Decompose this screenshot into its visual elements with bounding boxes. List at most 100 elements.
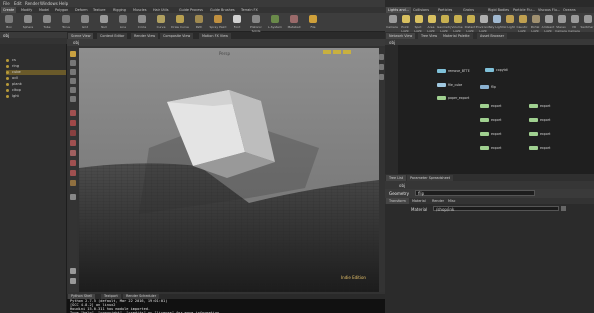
shelf-tab[interactable]: Polygon xyxy=(53,7,70,13)
shelf-tool-draw-curve[interactable]: Draw Curve xyxy=(171,14,189,31)
tab-material[interactable]: Material xyxy=(409,198,429,204)
node-name-field[interactable]: flip xyxy=(415,190,535,196)
shelf-tool-line[interactable]: Line xyxy=(116,14,130,31)
shelf-tab[interactable]: Muscles xyxy=(131,7,149,13)
tree-item-lght[interactable]: lght xyxy=(6,94,66,99)
shelf-tab[interactable]: Guide Brushes xyxy=(208,7,237,13)
parameter-path[interactable]: obj xyxy=(399,183,405,188)
persp-icon[interactable] xyxy=(379,74,384,80)
tree-item-cltop[interactable]: cltop xyxy=(6,88,66,93)
shelf-tool-metaball[interactable]: Metaball xyxy=(287,14,301,31)
shelf-tab[interactable]: Guide Process xyxy=(177,7,205,13)
shelf-tool-box[interactable]: Box xyxy=(2,14,16,31)
tab-misc[interactable]: Misc xyxy=(445,198,459,204)
display-options-icon[interactable] xyxy=(70,268,76,274)
lights-shelf-tab[interactable]: Particle Flu... xyxy=(511,7,537,13)
shelf-tool-tube[interactable]: Tube xyxy=(40,14,54,31)
shelf-tab[interactable]: Deform xyxy=(73,7,90,13)
lights-tool-switcher[interactable]: Switcher xyxy=(581,14,594,31)
menu-windows[interactable]: Windows xyxy=(40,1,58,6)
shelf-tool-torus[interactable]: Torus xyxy=(59,14,73,31)
shelf-tab[interactable]: Hair Utils xyxy=(151,7,171,13)
lights-shelf-tab[interactable]: Viscous Flu... xyxy=(536,7,562,13)
node-body[interactable] xyxy=(480,146,489,150)
shelf-tool-curve[interactable]: Curve xyxy=(154,14,168,31)
lights-icon[interactable] xyxy=(70,180,76,186)
node-body[interactable] xyxy=(480,132,489,136)
tree-item-ocll[interactable]: ocll xyxy=(6,76,66,81)
tab-transform[interactable]: Transform xyxy=(386,198,409,204)
snap-grid-icon[interactable] xyxy=(70,120,76,126)
pose-tool-icon[interactable] xyxy=(70,96,76,102)
spray-paint-icon xyxy=(214,15,222,23)
rotate-tool-icon[interactable] xyxy=(70,69,76,75)
shelf-tool-null[interactable]: Null xyxy=(97,14,111,31)
select-tool-icon[interactable] xyxy=(70,51,76,57)
shelf-tool-spray-paint[interactable]: Spray Paint xyxy=(209,14,227,31)
node-body[interactable] xyxy=(529,132,538,136)
menu-edit[interactable]: Edit xyxy=(14,1,22,6)
shelf-tab[interactable]: Modify xyxy=(19,7,34,13)
material-field[interactable]: /shop/ink xyxy=(433,206,559,212)
camera-lock-icon[interactable] xyxy=(70,170,76,176)
node-body[interactable] xyxy=(437,96,446,100)
node-body[interactable] xyxy=(437,83,446,87)
shelf-tool-l-system[interactable]: L-System xyxy=(268,14,282,31)
node-body[interactable] xyxy=(480,85,489,89)
scene-render[interactable] xyxy=(79,48,379,292)
shelf-tool-path[interactable]: Path xyxy=(192,14,206,31)
snap-point-icon[interactable] xyxy=(70,130,76,136)
node-body[interactable] xyxy=(480,104,489,108)
node-body[interactable] xyxy=(529,146,538,150)
tree-item-ring[interactable]: ring xyxy=(6,64,66,69)
menu-file[interactable]: File xyxy=(3,1,10,6)
render-region-icon[interactable] xyxy=(70,194,76,200)
snap-multi-icon[interactable] xyxy=(70,160,76,166)
material-chooser-icon[interactable] xyxy=(561,206,566,211)
menu-help[interactable]: Help xyxy=(59,1,68,6)
home-view-icon[interactable] xyxy=(379,54,384,60)
shelf-tab[interactable]: Model xyxy=(37,7,51,13)
lights-shelf-tab[interactable]: Collisions xyxy=(411,7,431,13)
shelf-tool-font[interactable]: Font xyxy=(230,14,244,31)
viewport-canvas[interactable]: Persp Indie Edition xyxy=(79,48,379,292)
lights-shelf-tab[interactable]: Oceans xyxy=(561,7,578,13)
viewport-badge-1[interactable] xyxy=(323,50,331,54)
shelf-tool-grid[interactable]: Grid xyxy=(78,14,92,31)
shelf-tab[interactable]: Rigging xyxy=(111,7,128,13)
snap-prim-icon[interactable] xyxy=(70,150,76,156)
view-options-icon[interactable] xyxy=(70,278,76,284)
viewport-badge-2[interactable] xyxy=(333,50,341,54)
shelf-tool-circle[interactable]: Circle xyxy=(135,14,149,31)
frame-icon[interactable] xyxy=(379,64,384,70)
node-body[interactable] xyxy=(529,104,538,108)
viewport-badge-3[interactable] xyxy=(343,50,351,54)
shelf-tab[interactable]: Terrain FX xyxy=(239,7,260,13)
shelf-tool-platonic-solids[interactable]: Platonic Solids xyxy=(249,14,263,33)
lights-shelf-tab[interactable]: Lights and... xyxy=(386,7,411,13)
lights-shelf-tab[interactable]: Particles xyxy=(436,7,454,13)
lights-shelf-tab[interactable]: Rigid Bodies xyxy=(486,7,511,13)
handle-tool-icon[interactable] xyxy=(70,87,76,93)
shelf-tool-sphere[interactable]: Sphere xyxy=(21,14,35,31)
shelf-tab[interactable]: Create xyxy=(1,7,17,13)
tree-item-cs[interactable]: cs xyxy=(6,58,66,63)
lights-shelf: Lights and... Collisions Particles Grains Ri… xyxy=(385,7,594,33)
shelf-tool-file[interactable]: File xyxy=(306,14,320,31)
snap-curve-icon[interactable] xyxy=(70,140,76,146)
shelf-tool-label: Font xyxy=(233,25,241,29)
scale-tool-icon[interactable] xyxy=(70,78,76,84)
node-body[interactable] xyxy=(437,69,446,73)
lights-shelf-tab[interactable]: Grains xyxy=(461,7,476,13)
menu-render[interactable]: Render xyxy=(25,1,39,6)
camera-label[interactable]: Persp xyxy=(219,51,230,56)
tree-item-cube[interactable]: cube xyxy=(6,70,66,75)
node-body[interactable] xyxy=(480,118,489,122)
move-tool-icon[interactable] xyxy=(70,60,76,66)
shelf-tab[interactable]: Texture xyxy=(91,7,107,13)
node-body[interactable] xyxy=(529,118,538,122)
node-body[interactable] xyxy=(485,68,494,72)
snap-icon[interactable] xyxy=(70,110,76,116)
viewport-path[interactable]: obj xyxy=(73,40,79,45)
tree-item-plank[interactable]: plank xyxy=(6,82,66,87)
